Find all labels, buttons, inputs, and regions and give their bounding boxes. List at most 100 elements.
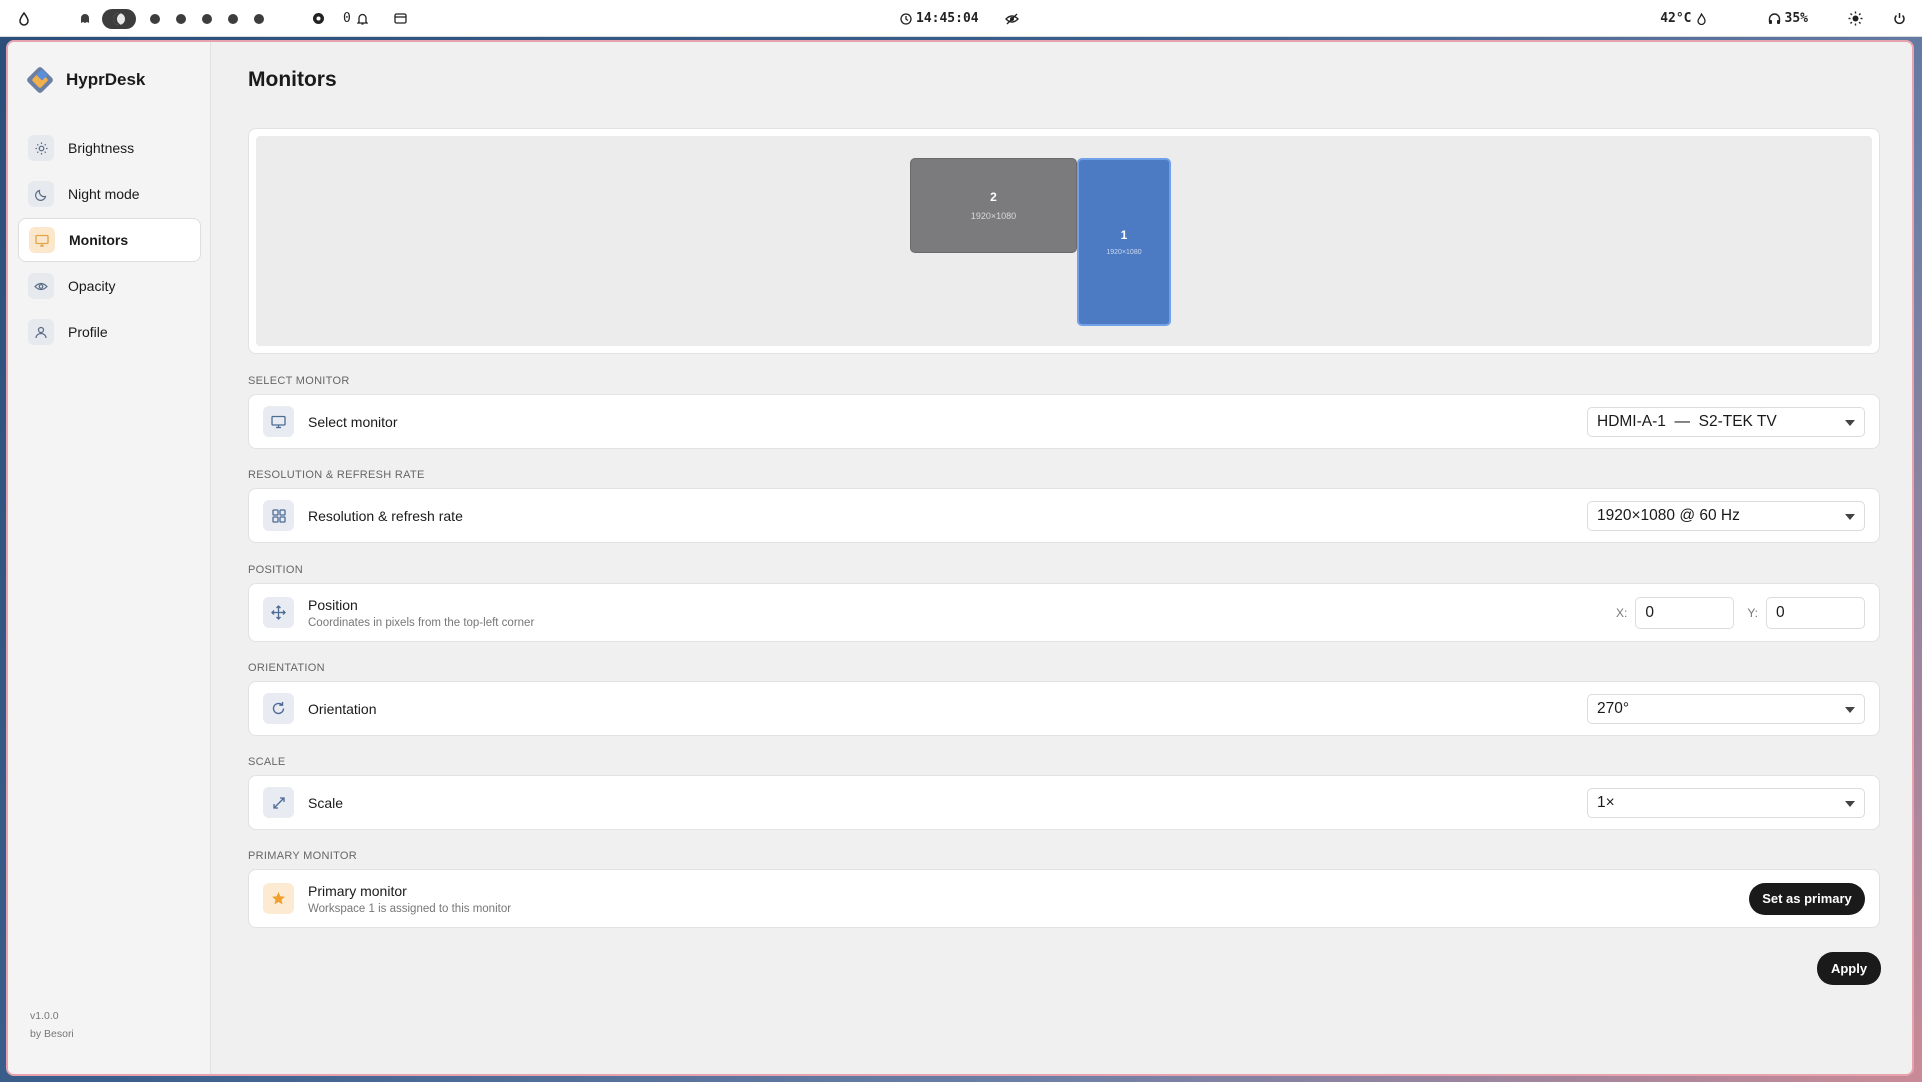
chevron-down-icon bbox=[1845, 706, 1855, 713]
eye-icon bbox=[28, 273, 54, 299]
bell-icon[interactable] bbox=[356, 13, 368, 25]
workspace-dot[interactable] bbox=[176, 13, 186, 24]
monitor-number: 2 bbox=[990, 190, 997, 204]
chevron-down-icon bbox=[1845, 513, 1855, 520]
chevron-down-icon bbox=[1845, 419, 1855, 426]
flame-icon bbox=[1696, 12, 1706, 25]
monitor-icon bbox=[29, 227, 55, 253]
section-label: POSITION bbox=[248, 564, 303, 576]
clock-icon bbox=[900, 12, 912, 25]
section-label: ORIENTATION bbox=[248, 662, 325, 674]
monitor-number: 1 bbox=[1120, 228, 1128, 242]
brand: HyprDesk bbox=[24, 64, 145, 96]
notification-count: 0 bbox=[343, 11, 351, 26]
sun-icon bbox=[28, 135, 54, 161]
primary-monitor-row: Primary monitor Workspace 1 is assigned … bbox=[248, 869, 1880, 928]
headphones-icon[interactable] bbox=[1768, 12, 1781, 25]
orientation-row: Orientation 270° bbox=[248, 681, 1880, 736]
select-value: HDMI-A-1 — S2-TEK TV bbox=[1597, 412, 1777, 430]
monitor-tile[interactable]: 2 1920×1080 bbox=[910, 158, 1077, 253]
moon-icon bbox=[28, 181, 54, 207]
volume-level: 35% bbox=[1784, 11, 1808, 26]
resolution-select[interactable]: 1920×1080 @ 60 Hz bbox=[1587, 500, 1865, 531]
move-icon bbox=[263, 597, 294, 628]
scale-select[interactable]: 1× bbox=[1587, 787, 1865, 818]
scale-row: Scale 1× bbox=[248, 775, 1880, 830]
star-icon bbox=[263, 883, 294, 914]
window-icon[interactable] bbox=[394, 13, 407, 24]
chevron-down-icon bbox=[1845, 800, 1855, 807]
row-title: Orientation bbox=[308, 700, 377, 717]
resolution-row: Resolution & refresh rate 1920×1080 @ 60… bbox=[248, 488, 1880, 543]
select-value: 1920×1080 @ 60 Hz bbox=[1597, 506, 1740, 524]
workspace-dot[interactable] bbox=[254, 13, 264, 24]
orientation-select[interactable]: 270° bbox=[1587, 693, 1865, 724]
position-inputs: X: 0 Y: 0 bbox=[1615, 596, 1865, 629]
apply-button[interactable]: Apply bbox=[1817, 952, 1881, 985]
select-monitor-row: Select monitor HDMI-A-1 — S2-TEK TV bbox=[248, 394, 1880, 449]
y-label: Y: bbox=[1747, 605, 1758, 620]
grid-icon bbox=[263, 500, 294, 531]
select-value: 270° bbox=[1597, 699, 1630, 717]
workspace-dot[interactable] bbox=[228, 13, 238, 24]
workspace-dot[interactable] bbox=[202, 13, 212, 24]
monitor-icon bbox=[263, 406, 294, 437]
y-input[interactable]: 0 bbox=[1766, 596, 1865, 629]
app-window: HyprDesk Brightness Night mode Monitors bbox=[6, 40, 1914, 1076]
row-title: Resolution & refresh rate bbox=[308, 507, 463, 524]
top-bar: 0 14:45:04 42°C 35% bbox=[0, 0, 1922, 37]
user-icon bbox=[28, 319, 54, 345]
section-label: PRIMARY MONITOR bbox=[248, 850, 358, 862]
row-subtitle: Coordinates in pixels from the top-left … bbox=[308, 616, 535, 629]
main-content: Monitors 2 1920×1080 1 1920×1080 SELECT … bbox=[211, 42, 1912, 1074]
rotate-icon bbox=[263, 693, 294, 724]
logo-icon bbox=[24, 64, 56, 96]
app-author: by Besori bbox=[30, 1028, 74, 1040]
temperature: 42°C bbox=[1660, 11, 1692, 26]
x-input[interactable]: 0 bbox=[1635, 596, 1735, 629]
brand-name: HyprDesk bbox=[66, 70, 146, 89]
sidebar: HyprDesk Brightness Night mode Monitors bbox=[8, 42, 211, 1074]
ghost-icon[interactable] bbox=[80, 13, 90, 24]
clock: 14:45:04 bbox=[916, 11, 979, 26]
expand-icon bbox=[263, 787, 294, 818]
section-label: SCALE bbox=[248, 756, 286, 768]
row-subtitle: Workspace 1 is assigned to this monitor bbox=[308, 902, 512, 915]
x-label: X: bbox=[1615, 605, 1628, 620]
row-title: Scale bbox=[308, 794, 344, 811]
monitor-canvas: 2 1920×1080 1 1920×1080 bbox=[256, 136, 1872, 346]
row-title: Position bbox=[308, 596, 358, 613]
cog-icon[interactable] bbox=[312, 12, 325, 25]
section-label: SELECT MONITOR bbox=[248, 375, 350, 387]
sidebar-item-label: Brightness bbox=[68, 140, 135, 156]
sidebar-nav: Brightness Night mode Monitors Opacity P… bbox=[18, 126, 201, 356]
sidebar-item-night-mode[interactable]: Night mode bbox=[18, 172, 201, 216]
sidebar-item-label: Monitors bbox=[69, 232, 129, 248]
sidebar-item-monitors[interactable]: Monitors bbox=[18, 218, 201, 262]
sidebar-item-opacity[interactable]: Opacity bbox=[18, 264, 201, 308]
droplet-icon[interactable] bbox=[18, 11, 30, 26]
monitor-tile-selected[interactable]: 1 1920×1080 bbox=[1077, 158, 1171, 326]
workspace-active[interactable] bbox=[102, 8, 136, 29]
sidebar-item-brightness[interactable]: Brightness bbox=[18, 126, 201, 170]
monitor-resolution: 1920×1080 bbox=[970, 211, 1017, 221]
select-value: 1× bbox=[1597, 793, 1615, 811]
row-title: Select monitor bbox=[308, 413, 398, 430]
position-row: Position Coordinates in pixels from the … bbox=[248, 583, 1880, 642]
monitor-resolution: 1920×1080 bbox=[1106, 249, 1142, 256]
sidebar-item-label: Profile bbox=[68, 324, 108, 340]
eye-off-icon[interactable] bbox=[1004, 13, 1019, 25]
sidebar-item-label: Opacity bbox=[68, 278, 116, 294]
brightness-icon[interactable] bbox=[1848, 11, 1863, 26]
power-icon[interactable] bbox=[1893, 12, 1906, 25]
page-title: Monitors bbox=[248, 68, 337, 91]
section-label: RESOLUTION & REFRESH RATE bbox=[248, 469, 425, 481]
workspace-dot[interactable] bbox=[150, 13, 160, 24]
sidebar-item-profile[interactable]: Profile bbox=[18, 310, 201, 354]
sidebar-item-label: Night mode bbox=[68, 186, 140, 202]
set-primary-button[interactable]: Set as primary bbox=[1749, 882, 1865, 915]
app-version: v1.0.0 bbox=[30, 1010, 59, 1022]
row-title: Primary monitor bbox=[308, 882, 407, 899]
monitor-layout-preview: 2 1920×1080 1 1920×1080 bbox=[248, 128, 1880, 354]
monitor-select[interactable]: HDMI-A-1 — S2-TEK TV bbox=[1587, 406, 1865, 437]
